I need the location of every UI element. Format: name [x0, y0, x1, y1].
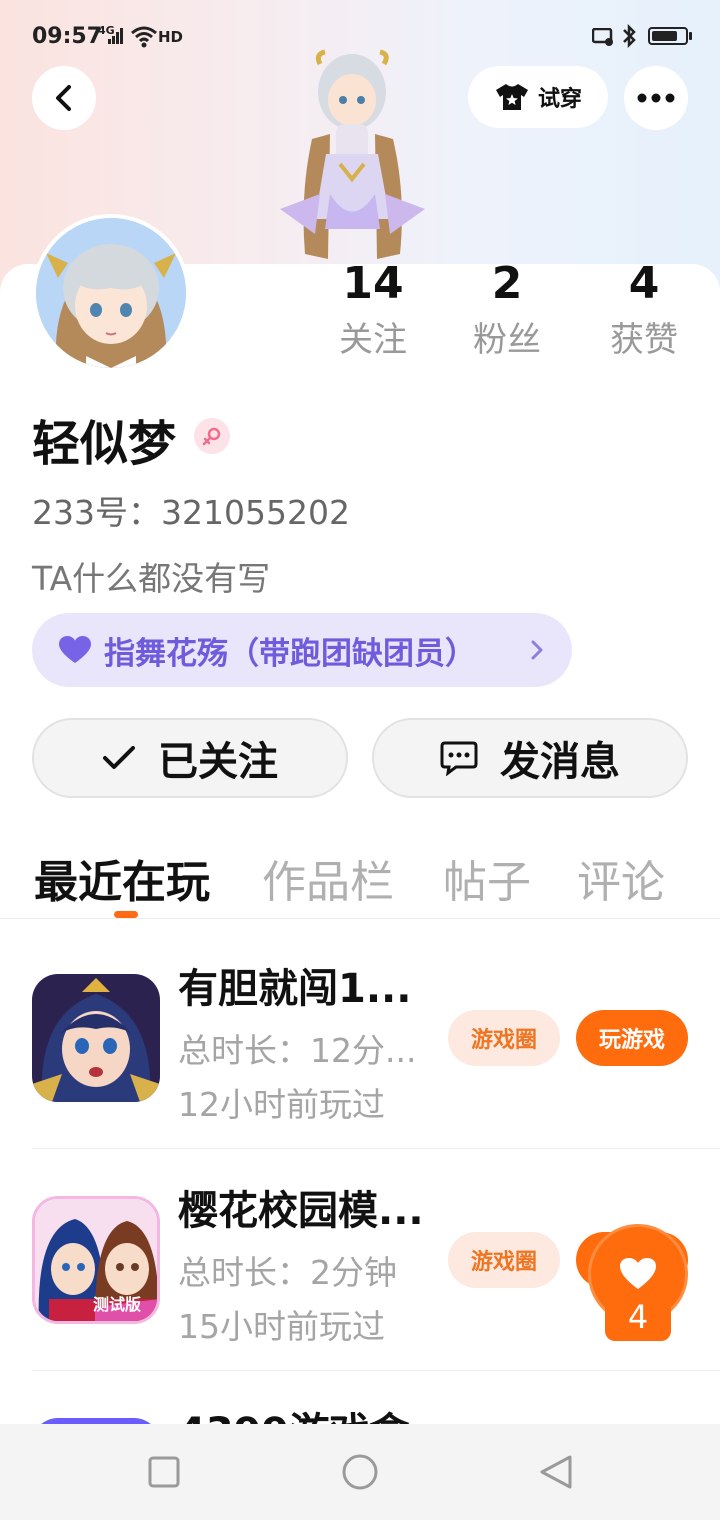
tab-divider	[0, 918, 720, 919]
game-1-icon	[32, 974, 160, 1102]
game-1-duration: 总时长：12分...	[178, 1031, 417, 1070]
row-divider	[32, 1370, 720, 1371]
tab-works[interactable]: 作品栏	[262, 846, 394, 910]
tab-comments[interactable]: 评论	[577, 846, 665, 910]
game-1-play-button[interactable]: 玩游戏	[576, 1010, 688, 1066]
heart-icon	[59, 636, 91, 663]
user-bio: TA什么都没有写	[32, 559, 271, 598]
list-item-game-1[interactable]: 有胆就闯1... 总时长：12分... 12小时前玩过 游戏圈 玩游戏	[0, 940, 720, 1160]
game-2-circle-button[interactable]: 游戏圈	[448, 1232, 560, 1288]
list-item-game-3[interactable]: 4399游戏盒	[0, 1384, 720, 1424]
chat-icon	[440, 741, 478, 776]
active-tab-indicator	[114, 911, 138, 918]
hd-indicator: HD	[158, 28, 184, 46]
more-icon	[637, 93, 675, 103]
username: 轻似梦	[32, 416, 177, 472]
game-1-circle-button[interactable]: 游戏圈	[448, 1010, 560, 1066]
try-on-button[interactable]: 试穿	[468, 66, 608, 128]
game-1-last-played: 12小时前玩过	[178, 1085, 385, 1124]
battery-tip	[689, 32, 692, 40]
guild-name: 指舞花殇（带跑团缺团员）	[104, 635, 476, 672]
guild-badge[interactable]: 指舞花殇（带跑团缺团员）	[32, 613, 572, 687]
signal-icon	[108, 28, 123, 44]
following-count: 14	[342, 258, 404, 309]
gender-badge	[194, 418, 230, 454]
cast-icon	[592, 28, 613, 46]
stat-likes[interactable]: 4 获赞	[589, 258, 699, 360]
message-label: 发消息	[500, 739, 620, 785]
system-nav-bar	[0, 1424, 720, 1520]
check-icon	[103, 746, 135, 769]
tab-recently-played[interactable]: 最近在玩	[34, 846, 210, 910]
bluetooth-icon	[623, 24, 636, 48]
follow-button[interactable]: 已关注	[32, 718, 348, 798]
likes-label: 获赞	[610, 320, 678, 360]
back-icon	[56, 85, 71, 111]
follow-label: 已关注	[158, 739, 278, 785]
recent-apps-icon[interactable]	[148, 1456, 180, 1488]
row-divider	[32, 1148, 720, 1149]
like-count-badge: 4	[605, 1293, 671, 1341]
followers-count: 2	[491, 258, 523, 309]
home-icon[interactable]	[341, 1453, 379, 1491]
game-3-name: 4399游戏盒	[178, 1400, 438, 1424]
user-avatar[interactable]	[32, 214, 190, 372]
game-2-duration: 总时长：2分钟	[178, 1253, 397, 1292]
likes-count: 4	[628, 258, 660, 309]
game-1-icon-image	[32, 974, 160, 1102]
stat-followers[interactable]: 2 粉丝	[452, 258, 562, 360]
following-label: 关注	[339, 320, 407, 360]
game-2-name: 樱花校园模...	[178, 1188, 424, 1234]
user-id: 233号：321055202	[32, 493, 350, 532]
avatar-image	[36, 218, 186, 368]
message-button[interactable]: 发消息	[372, 718, 688, 798]
tab-posts[interactable]: 帖子	[443, 846, 531, 910]
back-button[interactable]	[32, 66, 96, 130]
wifi-icon	[131, 26, 157, 48]
game-2-icon-badge: 测试版	[93, 1295, 142, 1314]
chevron-right-icon	[531, 640, 543, 660]
try-on-label: 试穿	[537, 87, 582, 112]
game-1-name: 有胆就闯1...	[178, 966, 412, 1012]
battery-icon	[648, 27, 688, 45]
followers-label: 粉丝	[473, 320, 541, 360]
game-2-last-played: 15小时前玩过	[178, 1307, 385, 1346]
back-nav-icon[interactable]	[538, 1453, 574, 1491]
more-button[interactable]	[624, 66, 688, 130]
game-2-icon: 测试版	[32, 1196, 160, 1324]
status-time: 09:57	[32, 24, 103, 49]
avatar-character-illustration	[280, 49, 425, 259]
female-icon	[202, 427, 221, 446]
stat-following[interactable]: 14 关注	[318, 258, 428, 360]
shirt-icon	[495, 84, 528, 110]
heart-icon	[620, 1258, 656, 1289]
